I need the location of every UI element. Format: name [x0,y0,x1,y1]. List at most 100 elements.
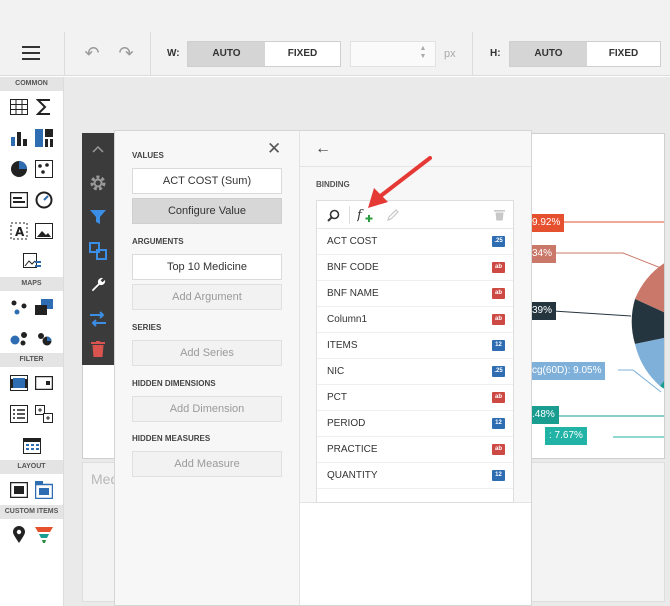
field-row[interactable]: BNF NAME ab [317,281,513,307]
add-dimension-button[interactable]: Add Dimension [132,396,282,422]
field-row[interactable]: PERIOD 12 [317,411,513,437]
card-icon[interactable] [8,189,30,211]
treemap-icon[interactable] [33,127,55,149]
convert-icon[interactable] [82,303,114,335]
data-source-header: ← [300,131,531,167]
range-filter-icon[interactable] [8,372,30,394]
gauge-icon[interactable] [33,189,55,211]
pie-chart-icon[interactable] [8,158,30,180]
field-row[interactable]: NIC .25 [317,359,513,385]
width-auto-button[interactable]: AUTO [188,42,265,66]
top-toolbar: ↶ ↷ W: AUTO FIXED ▲ ▼ px H: AUTO FIXED [0,0,670,76]
redo-icon[interactable]: ↷ [116,44,136,62]
value-item-button[interactable]: ACT COST (Sum) [132,168,282,194]
bubble-map-icon[interactable] [8,327,30,349]
toolbox-section-layout: LAYOUT [0,460,63,474]
trash-icon[interactable] [491,207,507,223]
chevron-up-icon[interactable] [82,133,114,165]
configure-value-button[interactable]: Configure Value [132,198,282,224]
field-row[interactable]: PRACTICE ab [317,437,513,463]
data-label: 9.92% [528,214,565,232]
interactivity-icon[interactable] [82,235,114,267]
series-header: SERIES [132,323,162,332]
toolbox-section-filter: FILTER [0,353,63,367]
number-type-icon: .25 [492,366,505,377]
toolbar-divider [150,32,151,76]
field-row[interactable]: BNF CODE ab [317,255,513,281]
wrench-icon[interactable] [82,269,114,301]
undo-icon[interactable]: ↶ [82,44,102,62]
data-label: : 7.67% [545,427,587,445]
add-measure-button[interactable]: Add Measure [132,451,282,477]
toolbox: COMMON A MAPS FILTER LAYOUT CUSTOM ITEMS [0,77,64,606]
field-row[interactable]: Column1 ab [317,307,513,333]
field-list-toolbar: f [317,201,513,229]
map-pin-icon[interactable] [8,524,30,546]
data-label: .48% [528,406,559,424]
height-mode-toggle: AUTO FIXED [509,41,661,67]
add-calculated-field-icon[interactable]: f [357,207,373,223]
integer-type-icon: 12 [492,340,505,351]
scatter-icon[interactable] [33,158,55,180]
field-row[interactable]: ITEMS 12 [317,333,513,359]
filter-icon[interactable] [82,201,114,233]
menu-icon[interactable] [22,46,40,60]
svg-text:f: f [357,208,364,223]
field-list: f ACT COST .25 BNF CODE ab BNF NAME ab Colu… [316,200,514,503]
arguments-header: ARGUMENTS [132,237,184,246]
height-fixed-button[interactable]: FIXED [587,42,660,66]
tree-view-icon[interactable] [33,403,55,425]
back-arrow-icon[interactable]: ← [315,140,331,158]
width-fixed-button[interactable]: FIXED [265,42,340,66]
text-box-icon[interactable]: A [8,220,30,242]
string-type-icon: ab [492,314,505,325]
hidden-measures-header: HIDDEN MEASURES [132,434,211,443]
close-icon[interactable]: ✕ [267,139,281,159]
toolbox-section-maps: MAPS [0,277,63,291]
height-label: H: [490,48,501,59]
date-filter-icon[interactable] [21,434,43,456]
pie-connector-line [553,252,664,270]
group-icon[interactable] [8,479,30,501]
add-series-button[interactable]: Add Series [132,340,282,366]
toolbox-section-custom-items: CUSTOM ITEMS [0,505,63,519]
data-label: 39% [528,302,557,320]
field-row[interactable]: ACT COST .25 [317,229,513,255]
argument-item-button[interactable]: Top 10 Medicine [132,254,282,280]
image-icon[interactable] [33,220,55,242]
binding-header: BINDING [316,180,350,189]
grid-icon[interactable] [8,96,30,118]
tab-container-icon[interactable] [33,479,55,501]
string-type-icon: ab [492,288,505,299]
field-row[interactable]: PCT ab [317,385,513,411]
string-type-icon: ab [492,444,505,455]
values-header: VALUES [132,151,164,160]
sum-icon[interactable] [33,96,55,118]
combo-box-icon[interactable] [33,372,55,394]
funnel-chart-icon[interactable] [33,524,55,546]
bound-image-icon[interactable] [21,251,43,273]
height-auto-button[interactable]: AUTO [510,42,587,66]
width-label: W: [167,48,180,59]
number-type-icon: .25 [492,236,505,247]
string-type-icon: ab [492,262,505,273]
choropleth-map-icon[interactable] [33,296,55,318]
delete-icon[interactable] [82,333,114,365]
pie-connector-line [552,310,632,317]
gear-icon[interactable] [82,167,114,199]
bar-chart-icon[interactable] [8,127,30,149]
add-argument-button[interactable]: Add Argument [132,284,282,310]
item-menu-bar [82,133,114,365]
edit-icon[interactable] [385,207,401,223]
width-spinner-icon[interactable]: ▲ ▼ [418,45,428,61]
search-icon[interactable] [325,207,341,223]
integer-type-icon: 12 [492,470,505,481]
pie-map-icon[interactable] [33,327,55,349]
data-label: cg(60D): 9.05% [528,362,606,380]
string-type-icon: ab [492,392,505,403]
binding-panel: ✕ VALUES ACT COST (Sum) Configure Value … [114,130,300,606]
geo-point-map-icon[interactable] [8,296,30,318]
list-box-icon[interactable] [8,403,30,425]
field-row[interactable]: QUANTITY 12 [317,463,513,489]
data-label: 34% [528,245,557,263]
